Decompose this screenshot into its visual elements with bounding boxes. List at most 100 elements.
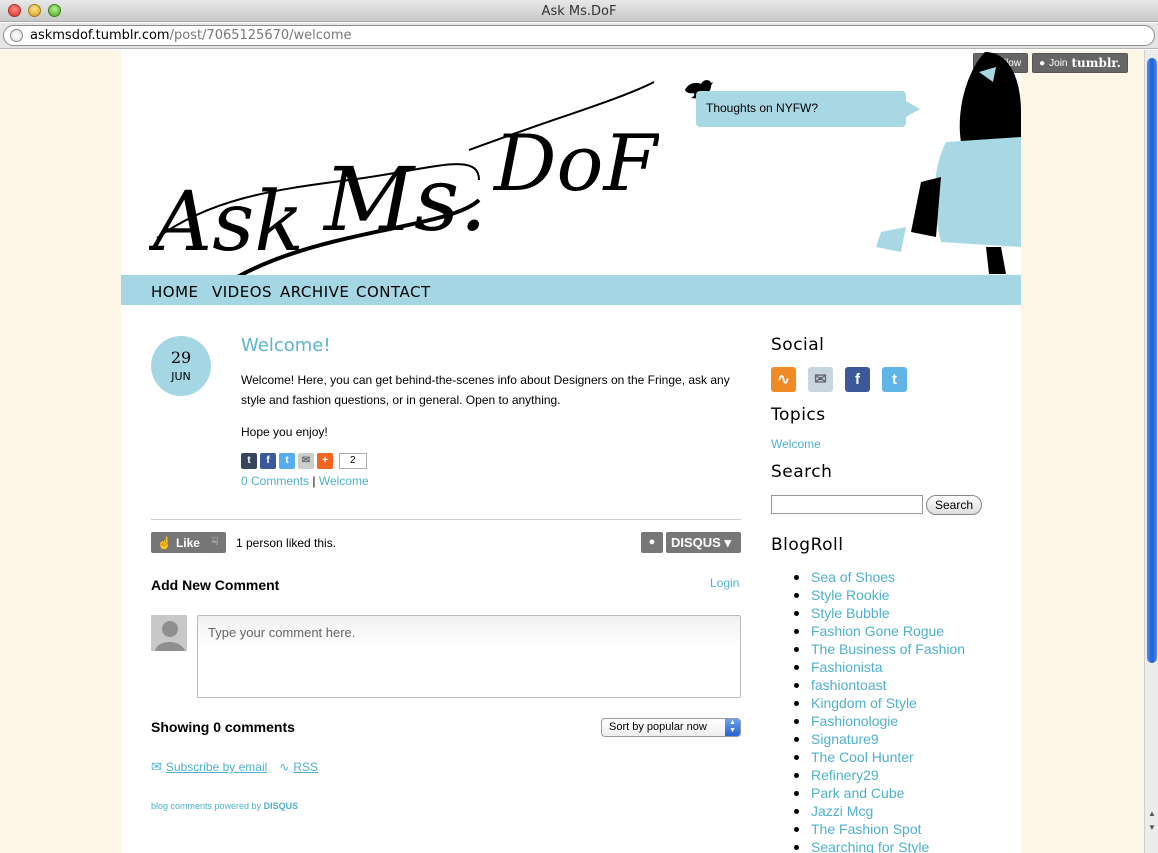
comments-count-heading: Showing 0 comments (151, 719, 295, 735)
window-titlebar: Ask Ms.DoF (0, 0, 1158, 22)
blogroll-link[interactable]: The Business of Fashion (771, 640, 965, 658)
blogroll-link[interactable]: Jazzi Mcg (771, 802, 965, 820)
url-host: askmsdof.tumblr.com (30, 28, 170, 43)
subscription-links: ✉ Subscribe by email ∿ RSS (151, 759, 318, 775)
svg-text:Ask: Ask (149, 175, 304, 270)
disqus-menu-button[interactable]: DISQUS ▾ (666, 532, 741, 553)
sort-value: Sort by popular now (609, 721, 707, 733)
blog-page: Ask Ms. DoF + Follow ● Join tumblr. Thou… (121, 50, 1128, 853)
address-bar: askmsdof.tumblr.com/post/7065125670/welc… (0, 23, 1158, 49)
dislike-button[interactable]: ☟ (204, 532, 226, 553)
select-arrows-icon: ▲ ▼ (725, 719, 740, 736)
thumbs-up-icon: ☝ (157, 535, 172, 550)
blogroll-heading: BlogRoll (771, 535, 844, 555)
share-toolbar: t f t ✉ + 2 (241, 453, 367, 469)
like-label: Like (175, 535, 200, 550)
search-button[interactable]: Search (926, 495, 982, 515)
window-title: Ask Ms.DoF (541, 4, 617, 19)
nav-contact[interactable]: CONTACT (356, 283, 431, 301)
tumblr-share-icon[interactable]: t (241, 453, 257, 469)
search-input[interactable] (771, 495, 923, 514)
post-date: 29 JUN (151, 336, 211, 396)
blogroll-link[interactable]: Searching for Style (771, 838, 965, 853)
rss-icon: ∿ (279, 760, 290, 774)
blogroll-link[interactable]: Kingdom of Style (771, 694, 965, 712)
join-label: Join (1049, 57, 1068, 69)
disqus-powered-by[interactable]: blog comments powered by DISQUS (151, 801, 298, 811)
url-path: /post/7065125670/welcome (169, 28, 352, 43)
blogroll-link[interactable]: Fashionologie (771, 712, 965, 730)
divider (151, 519, 741, 520)
powered-brand: DISQUS (263, 801, 299, 811)
tumblr-brand: tumblr. (1071, 56, 1121, 70)
disqus-user-icon[interactable]: ● (641, 532, 663, 553)
topic-welcome-link[interactable]: Welcome (771, 437, 821, 451)
addthis-share-icon[interactable]: + (317, 453, 333, 469)
blogroll-link[interactable]: The Fashion Spot (771, 820, 965, 838)
post-month: JUN (171, 370, 191, 383)
nav-archive[interactable]: ARCHIVE (280, 283, 349, 301)
blogroll-link[interactable]: Fashionista (771, 658, 965, 676)
comments-link[interactable]: 0 Comments (241, 474, 309, 488)
fashion-illustration (876, 52, 1021, 274)
blogroll-link[interactable]: Fashion Gone Rogue (771, 622, 965, 640)
comment-input[interactable]: Type your comment here. (197, 615, 741, 698)
nav-home[interactable]: HOME (151, 283, 199, 301)
blogroll-link[interactable]: Style Bubble (771, 604, 965, 622)
blogroll-link[interactable]: Signature9 (771, 730, 965, 748)
like-button[interactable]: ☝ Like (151, 532, 206, 553)
likes-count-text: 1 person liked this. (236, 536, 337, 550)
add-comment-heading: Add New Comment (151, 577, 280, 593)
user-icon: ● (1039, 57, 1046, 69)
blog-logo[interactable]: Ask Ms. DoF (149, 80, 659, 280)
blogroll-link[interactable]: Park and Cube (771, 784, 965, 802)
nav-videos[interactable]: VIDEOS (212, 283, 272, 301)
post-title[interactable]: Welcome! (241, 335, 331, 356)
scroll-up-arrow-icon[interactable]: ▲ (1147, 808, 1157, 820)
url-text: askmsdof.tumblr.com/post/7065125670/welc… (30, 28, 352, 43)
sort-dropdown[interactable]: Sort by popular now ▲ ▼ (601, 718, 741, 737)
blogroll-link[interactable]: fashiontoast (771, 676, 965, 694)
post-paragraph: Hope you enjoy! (241, 425, 328, 439)
url-field[interactable]: askmsdof.tumblr.com/post/7065125670/welc… (3, 25, 1155, 46)
social-heading: Social (771, 335, 825, 355)
caret-down-icon: ▾ (724, 535, 731, 550)
email-icon[interactable]: ✉ (808, 367, 833, 392)
facebook-share-icon[interactable]: f (260, 453, 276, 469)
main-nav: HOME VIDEOS ARCHIVE CONTACT (121, 275, 1021, 305)
post-day: 29 (170, 348, 192, 367)
tag-link[interactable]: Welcome (319, 474, 369, 488)
subscribe-email-link[interactable]: Subscribe by email (166, 760, 267, 774)
scroll-down-arrow-icon[interactable]: ▼ (1147, 822, 1157, 834)
vertical-scrollbar[interactable]: ▲ ▼ (1144, 50, 1158, 853)
post-meta: 0 Comments | Welcome (241, 474, 369, 488)
page-viewport: Ask Ms. DoF + Follow ● Join tumblr. Thou… (0, 50, 1144, 853)
rss-link[interactable]: RSS (293, 760, 318, 774)
social-icons: ∿ ✉ f t (771, 367, 907, 392)
blogroll-link[interactable]: The Cool Hunter (771, 748, 965, 766)
blogroll-link[interactable]: Sea of Shoes (771, 568, 965, 586)
blogroll-list: Sea of Shoes Style Rookie Style Bubble F… (771, 568, 965, 853)
blogroll-link[interactable]: Style Rookie (771, 586, 965, 604)
search-heading: Search (771, 462, 833, 482)
topics-heading: Topics (771, 405, 826, 425)
disqus-brand: DISQUS (671, 535, 721, 550)
svg-text:Ms.: Ms. (322, 148, 487, 251)
blogroll-link[interactable]: Refinery29 (771, 766, 965, 784)
post-paragraph: Welcome! Here, you can get behind-the-sc… (241, 373, 730, 407)
rss-feed-icon[interactable]: ∿ (771, 367, 796, 392)
twitter-icon[interactable]: t (882, 367, 907, 392)
join-tumblr-button[interactable]: ● Join tumblr. (1032, 53, 1128, 73)
twitter-share-icon[interactable]: t (279, 453, 295, 469)
globe-icon (10, 29, 23, 42)
facebook-icon[interactable]: f (845, 367, 870, 392)
login-link[interactable]: Login (710, 576, 739, 590)
email-share-icon[interactable]: ✉ (298, 453, 314, 469)
avatar (151, 615, 187, 651)
scroll-thumb[interactable] (1147, 58, 1157, 663)
email-icon: ✉ (151, 759, 162, 774)
powered-prefix: blog comments powered by (151, 801, 262, 811)
default-avatar-icon (151, 615, 187, 651)
meta-separator: | (312, 474, 316, 488)
share-count: 2 (339, 453, 367, 469)
